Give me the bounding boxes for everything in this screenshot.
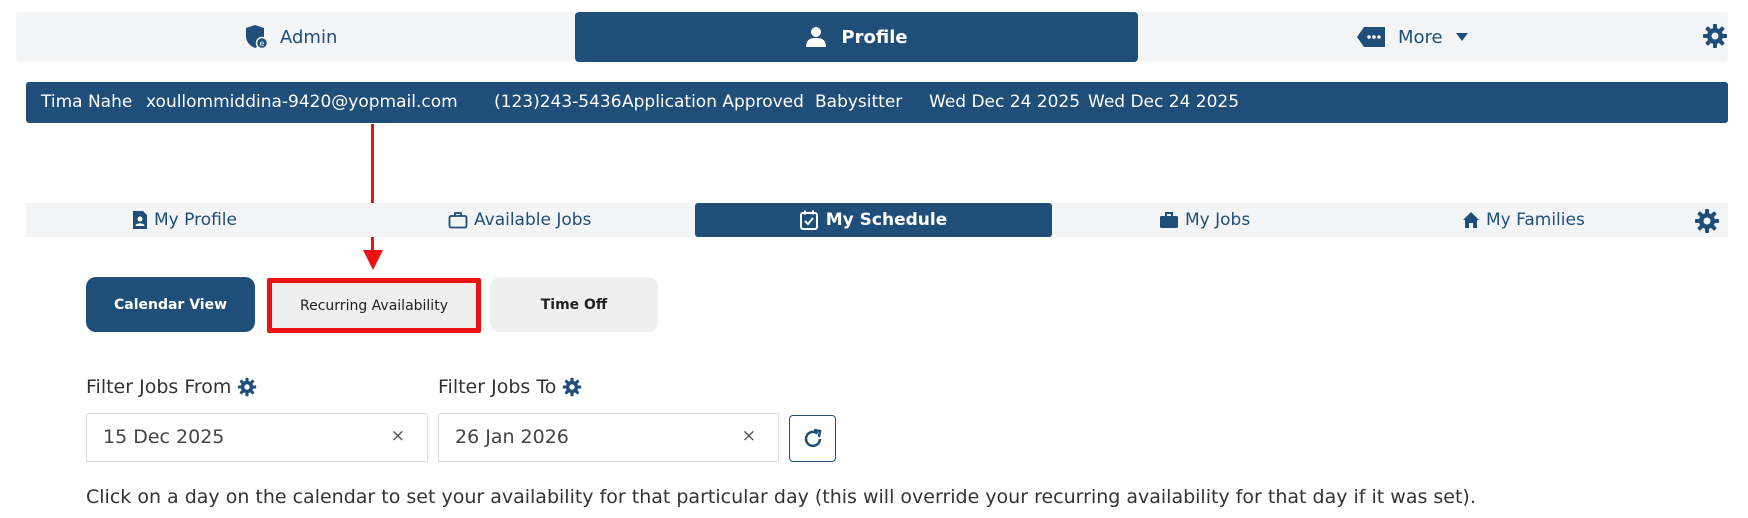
sub-nav: My Profile Available Jobs My Schedule My… xyxy=(26,203,1728,237)
date-2: Wed Dec 24 2025 xyxy=(1088,92,1240,112)
briefcase-icon xyxy=(1159,211,1179,229)
nav-admin-label: Admin xyxy=(280,26,338,48)
application-status: Application Approved xyxy=(622,92,804,112)
subnav-gear-icon[interactable] xyxy=(1694,208,1720,234)
top-nav: e Admin Profile More xyxy=(16,12,1728,62)
filter-from-label-group: Filter Jobs From xyxy=(86,376,257,398)
refresh-button[interactable] xyxy=(789,415,836,462)
filter-from-input[interactable]: 15 Dec 2025 × xyxy=(86,413,428,462)
availability-hint: Click on a day on the calendar to set yo… xyxy=(86,486,1476,508)
tab-my-families[interactable]: My Families xyxy=(1462,203,1585,237)
annotation-arrow-head xyxy=(363,250,383,270)
tab-my-jobs[interactable]: My Jobs xyxy=(1159,203,1250,237)
filter-from-clear-icon[interactable]: × xyxy=(391,426,405,446)
tab-my-profile-label: My Profile xyxy=(154,210,237,230)
tab-available-jobs-label: Available Jobs xyxy=(474,210,592,230)
briefcase-outline-icon xyxy=(448,211,468,229)
tab-available-jobs[interactable]: Available Jobs xyxy=(448,203,591,237)
time-off-button[interactable]: Time Off xyxy=(490,277,658,332)
user-email: xoullommiddina-9420@yopmail.com xyxy=(146,92,458,112)
recurring-availability-button[interactable]: Recurring Availability xyxy=(267,278,481,333)
user-phone: (123)243-5436 xyxy=(494,92,622,112)
user-info-bar: Tima Nahe xoullommiddina-9420@yopmail.co… xyxy=(26,82,1728,123)
id-card-icon xyxy=(132,210,148,230)
refresh-icon xyxy=(801,427,825,451)
tab-my-jobs-label: My Jobs xyxy=(1185,210,1251,230)
tab-my-profile[interactable]: My Profile xyxy=(132,203,237,237)
user-name: Tima Nahe xyxy=(41,92,133,112)
tag-icon xyxy=(1356,26,1386,48)
calendar-check-icon xyxy=(799,210,818,230)
nav-more[interactable]: More xyxy=(1356,12,1469,62)
filter-from-gear-icon[interactable] xyxy=(237,377,257,397)
user-icon xyxy=(805,26,827,48)
filter-to-label-group: Filter Jobs To xyxy=(438,376,582,398)
tab-my-schedule-label: My Schedule xyxy=(825,210,948,230)
shield-icon: e xyxy=(244,24,268,50)
tab-my-families-label: My Families xyxy=(1486,210,1585,230)
filter-to-clear-icon[interactable]: × xyxy=(742,426,756,446)
svg-text:e: e xyxy=(260,39,265,48)
filter-from-label: Filter Jobs From xyxy=(86,376,232,398)
user-role: Babysitter xyxy=(815,92,903,112)
nav-admin[interactable]: e Admin xyxy=(244,12,337,62)
filter-from-value: 15 Dec 2025 xyxy=(103,426,225,448)
filter-to-gear-icon[interactable] xyxy=(562,377,582,397)
nav-profile[interactable]: Profile xyxy=(575,12,1138,62)
nav-profile-label: Profile xyxy=(841,26,908,48)
calendar-view-button[interactable]: Calendar View xyxy=(86,277,255,332)
caret-down-icon xyxy=(1455,32,1469,42)
nav-more-label: More xyxy=(1398,26,1443,48)
filter-to-value: 26 Jan 2026 xyxy=(455,426,569,448)
home-icon xyxy=(1462,211,1480,229)
filter-to-input[interactable]: 26 Jan 2026 × xyxy=(438,413,779,462)
filter-to-label: Filter Jobs To xyxy=(438,376,557,398)
tab-my-schedule[interactable]: My Schedule xyxy=(695,203,1052,237)
date-1: Wed Dec 24 2025 xyxy=(929,92,1081,112)
gear-icon[interactable] xyxy=(1702,23,1728,49)
